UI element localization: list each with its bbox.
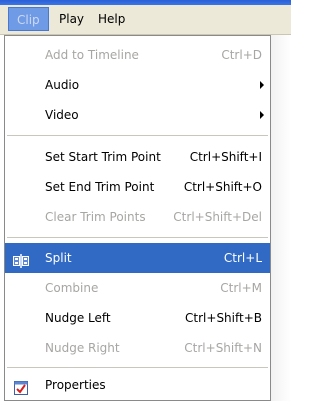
menu-item-label: Video	[45, 108, 79, 122]
menu-separator	[7, 237, 268, 238]
menu-item-label: Audio	[45, 78, 80, 92]
menu-bar: Clip Play Help	[0, 5, 291, 35]
menu-item-label: Set End Trim Point	[45, 180, 155, 194]
menu-item-properties[interactable]: Properties	[5, 370, 270, 400]
menu-item-label: Clear Trim Points	[45, 210, 146, 224]
submenu-arrow-icon	[260, 81, 264, 89]
menu-item-clear-trim-points[interactable]: Clear Trim Points Ctrl+Shift+Del	[5, 202, 270, 232]
menu-item-shortcut: Ctrl+Shift+N	[184, 341, 262, 355]
menu-play[interactable]: Play	[51, 7, 92, 31]
menu-item-shortcut: Ctrl+Shift+I	[189, 150, 262, 164]
menu-item-shortcut: Ctrl+Shift+O	[183, 180, 262, 194]
split-clip-icon	[13, 250, 29, 268]
menu-item-shortcut: Ctrl+M	[220, 281, 262, 295]
menu-item-audio[interactable]: Audio	[5, 70, 270, 100]
menu-item-nudge-left[interactable]: Nudge Left Ctrl+Shift+B	[5, 303, 270, 333]
menu-item-set-end-trim-point[interactable]: Set End Trim Point Ctrl+Shift+O	[5, 172, 270, 202]
menu-item-video[interactable]: Video	[5, 100, 270, 130]
menu-item-label: Nudge Right	[45, 341, 120, 355]
menu-item-shortcut: Ctrl+L	[223, 251, 262, 265]
menu-item-split[interactable]: Split Ctrl+L	[5, 243, 270, 273]
menu-item-label: Nudge Left	[45, 311, 111, 325]
menu-item-shortcut: Ctrl+D	[221, 48, 262, 62]
menu-item-label: Combine	[45, 281, 99, 295]
menu-clip[interactable]: Clip	[8, 7, 49, 31]
menu-item-label: Properties	[45, 378, 106, 392]
properties-checkmark-icon	[13, 377, 29, 395]
menu-item-label: Set Start Trim Point	[45, 150, 161, 164]
submenu-arrow-icon	[260, 111, 264, 119]
menu-item-label: Split	[45, 251, 72, 265]
menu-separator	[7, 135, 268, 136]
menu-separator	[7, 367, 268, 368]
menu-item-label: Add to Timeline	[45, 48, 139, 62]
menu-item-shortcut: Ctrl+Shift+B	[185, 311, 262, 325]
background-panel	[271, 35, 291, 401]
menu-item-add-to-timeline[interactable]: Add to Timeline Ctrl+D	[5, 40, 270, 70]
menu-item-combine[interactable]: Combine Ctrl+M	[5, 273, 270, 303]
clip-dropdown-menu: Add to Timeline Ctrl+D Audio Video Set S…	[4, 35, 271, 401]
menu-item-nudge-right[interactable]: Nudge Right Ctrl+Shift+N	[5, 333, 270, 363]
menu-help[interactable]: Help	[90, 7, 133, 31]
menu-item-shortcut: Ctrl+Shift+Del	[173, 210, 262, 224]
menu-item-set-start-trim-point[interactable]: Set Start Trim Point Ctrl+Shift+I	[5, 142, 270, 172]
